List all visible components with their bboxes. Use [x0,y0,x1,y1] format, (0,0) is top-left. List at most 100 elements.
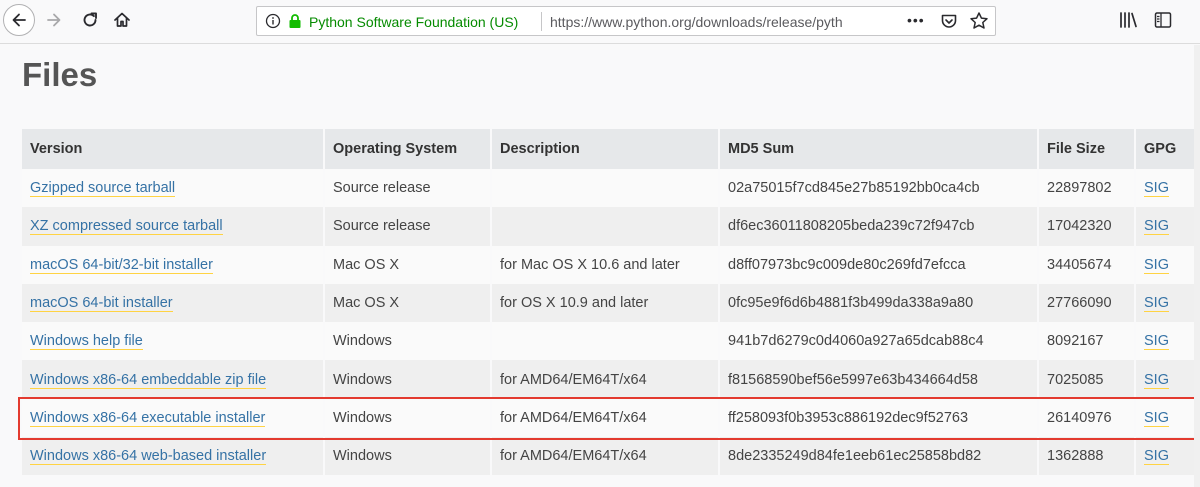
version-link[interactable]: Windows x86-64 web-based installer [30,448,267,466]
md5-cell: 0fc95e9f6d6b4881f3b499da338a9a80 [720,283,1037,323]
md5-cell: 941b7d6279c0d4060a927a65dcab88c4 [720,322,1037,361]
arrow-right-icon [47,13,61,27]
table-row: XZ compressed source tarball Source rele… [22,207,1200,246]
site-identity[interactable]: Python Software Foundation (US) [309,14,518,30]
gpg-cell: SIG [1136,360,1200,399]
more-actions-icon[interactable]: ••• [907,12,925,28]
version-cell: Windows x86-64 embeddable zip file [22,360,323,399]
file-size-cell: 34405674 [1039,245,1134,284]
md5-cell: f81568590bef56e5997e63b434664d58 [720,360,1037,399]
md5-cell: d8ff07973bc9c009de80c269fd7efcca [720,245,1037,284]
sig-link[interactable]: SIG [1144,333,1169,351]
info-icon[interactable] [265,13,281,34]
back-button[interactable] [3,4,35,36]
version-link[interactable]: Windows x86-64 executable installer [30,409,266,427]
version-cell: Windows help file [22,322,323,361]
description-cell: for Mac OS X 10.6 and later [492,245,718,284]
gpg-cell: SIG [1136,283,1200,323]
table-row: Windows x86-64 embeddable zip file Windo… [22,360,1200,399]
version-cell: Gzipped source tarball [22,169,323,208]
file-size-cell: 27766090 [1039,283,1134,323]
gpg-cell: SIG [1136,169,1200,208]
md5-cell: 8de2335249d84fe1eeb61ec25858bd82 [720,437,1037,476]
version-link[interactable]: macOS 64-bit/32-bit installer [30,256,213,274]
home-icon [114,12,130,27]
pocket-icon[interactable] [940,12,958,35]
os-cell: Windows [325,437,490,476]
sig-link[interactable]: SIG [1144,448,1169,466]
lock-icon[interactable] [288,13,302,34]
table-row: Gzipped source tarball Source release 02… [22,169,1200,208]
gpg-cell: SIG [1136,207,1200,246]
sidebar-toggle-icon[interactable] [1154,11,1172,34]
md5-cell: 02a75015f7cd845e27b85192bb0ca4cb [720,169,1037,208]
file-size-cell: 26140976 [1039,398,1134,438]
version-link[interactable]: macOS 64-bit installer [30,295,173,313]
table-header-row: Version Operating System Description MD5… [22,129,1200,169]
bookmark-star-icon[interactable] [969,11,989,36]
forward-button[interactable] [40,6,68,34]
table-row: Windows help file Windows 941b7d6279c0d4… [22,322,1200,361]
gpg-cell: SIG [1136,437,1200,476]
browser-toolbar: Python Software Foundation (US) https://… [0,0,1200,44]
md5-cell: df6ec36011808205beda239c72f947cb [720,207,1037,246]
description-cell: for AMD64/EM64T/x64 [492,437,718,476]
gpg-cell: SIG [1136,398,1200,438]
sig-link[interactable]: SIG [1144,295,1169,313]
sig-link[interactable]: SIG [1144,409,1169,427]
reload-icon [83,12,97,27]
library-icon[interactable] [1118,10,1138,35]
file-size-cell: 1362888 [1039,437,1134,476]
table-row: macOS 64-bit installer Mac OS X for OS X… [22,283,1200,323]
os-cell: Windows [325,398,490,438]
description-cell [492,207,718,246]
os-cell: Windows [325,360,490,399]
version-cell: macOS 64-bit/32-bit installer [22,245,323,284]
description-cell [492,322,718,361]
version-cell: Windows x86-64 web-based installer [22,437,323,476]
sig-link[interactable]: SIG [1144,256,1169,274]
file-size-cell: 22897802 [1039,169,1134,208]
url-divider [541,12,542,31]
files-table: Version Operating System Description MD5… [20,129,1200,476]
file-size-cell: 7025085 [1039,360,1134,399]
os-cell: Source release [325,207,490,246]
col-header-file-size: File Size [1039,129,1134,169]
sig-link[interactable]: SIG [1144,218,1169,236]
md5-cell: ff258093f0b3953c886192dec9f52763 [720,398,1037,438]
col-header-os: Operating System [325,129,490,169]
description-cell: for OS X 10.9 and later [492,283,718,323]
table-row: Windows x86-64 web-based installer Windo… [22,437,1200,476]
table-row-highlighted: Windows x86-64 executable installer Wind… [22,398,1200,438]
os-cell: Source release [325,169,490,208]
description-cell: for AMD64/EM64T/x64 [492,398,718,438]
description-cell [492,169,718,208]
arrow-left-icon [12,13,26,27]
description-cell: for AMD64/EM64T/x64 [492,360,718,399]
reload-button[interactable] [76,6,104,34]
page-title: Files [22,56,98,93]
sig-link[interactable]: SIG [1144,180,1169,198]
url-text[interactable]: https://www.python.org/downloads/release… [550,14,875,30]
version-cell: macOS 64-bit installer [22,283,323,323]
table-row: macOS 64-bit/32-bit installer Mac OS X f… [22,245,1200,284]
col-header-description: Description [492,129,718,169]
url-fade [845,9,877,33]
version-link[interactable]: Gzipped source tarball [30,180,176,198]
file-size-cell: 17042320 [1039,207,1134,246]
version-link[interactable]: Windows x86-64 embeddable zip file [30,371,267,389]
gpg-cell: SIG [1136,245,1200,284]
col-header-md5: MD5 Sum [720,129,1037,169]
col-header-gpg: GPG [1136,129,1200,169]
scrollbar[interactable] [1194,45,1200,487]
version-cell: Windows x86-64 executable installer [22,398,323,438]
os-cell: Windows [325,322,490,361]
file-size-cell: 8092167 [1039,322,1134,361]
home-button[interactable] [108,6,136,34]
os-cell: Mac OS X [325,283,490,323]
sig-link[interactable]: SIG [1144,371,1169,389]
version-link[interactable]: XZ compressed source tarball [30,218,223,236]
version-link[interactable]: Windows help file [30,333,143,351]
os-cell: Mac OS X [325,245,490,284]
address-bar[interactable]: Python Software Foundation (US) https://… [256,6,996,36]
